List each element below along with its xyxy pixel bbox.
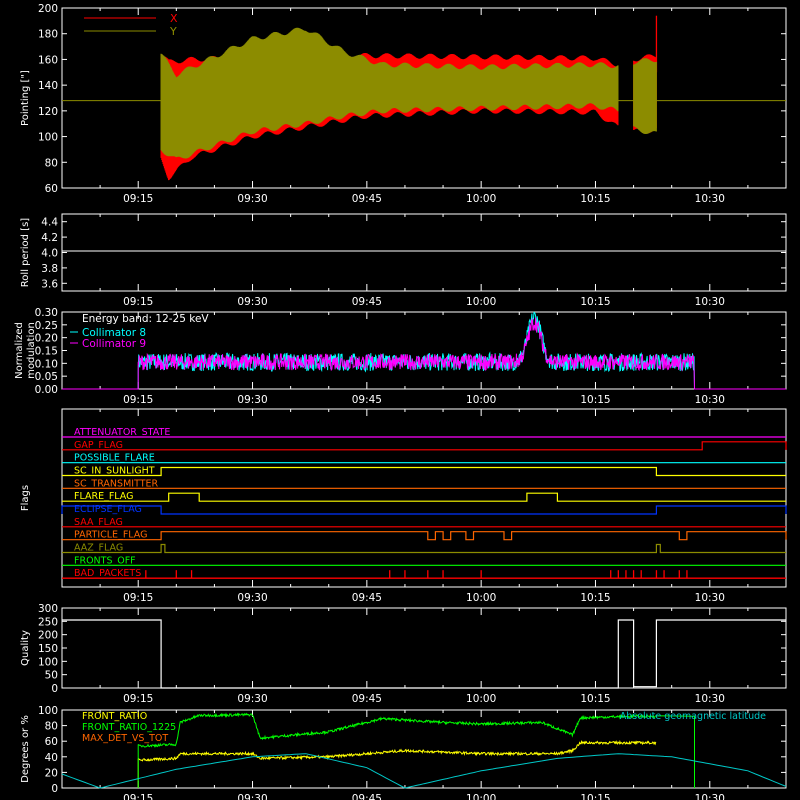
y-tick-label: 250 — [38, 616, 58, 628]
flag-sc-in-sunlight-label: SC_IN_SUNLIGHT — [74, 466, 155, 477]
y-tick-label: 0.30 — [35, 307, 58, 319]
y-tick-label: 0 — [51, 783, 58, 795]
flag-particle-flag-label: PARTICLE_FLAG — [74, 530, 147, 541]
x-tick-label: 09:30 — [237, 193, 267, 205]
y-tick-label: 80 — [45, 157, 58, 169]
y-tick-label: 140 — [38, 80, 58, 92]
y-tick-label: 0.10 — [35, 358, 58, 370]
legend-label: MAX_DET_VS_TOT — [82, 733, 168, 744]
x-tick-label: 09:45 — [352, 793, 382, 800]
legend-label-y: Y — [169, 25, 177, 38]
x-tick-label: 10:30 — [695, 793, 725, 800]
x-tick-label: 10:30 — [695, 693, 725, 705]
y-tick-label: 4.0 — [41, 248, 58, 260]
x-tick-label: 10:15 — [580, 296, 610, 308]
y-tick-label: 3.8 — [41, 263, 58, 275]
legend-label-geomagnetic: Absolute geomagnetic latitude — [620, 711, 766, 722]
legend-label: Collimator 9 — [82, 338, 146, 350]
y-tick-label: 0 — [51, 683, 58, 695]
flag-aaz-flag-label: AAZ_FLAG — [74, 543, 123, 554]
y-axis-label: Normalized — [14, 322, 25, 379]
y-tick-label: 0.05 — [35, 371, 58, 383]
x-tick-label: 10:30 — [695, 394, 725, 406]
y-tick-label: 0.25 — [35, 320, 58, 332]
x-tick-label: 09:30 — [237, 693, 267, 705]
x-tick-label: 09:45 — [352, 296, 382, 308]
y-tick-label: 40 — [45, 752, 58, 764]
legend-title: Energy band: 12-25 keV — [82, 313, 209, 325]
x-tick-label: 09:30 — [237, 394, 267, 406]
x-tick-label: 09:15 — [123, 394, 153, 406]
y-tick-label: 80 — [45, 721, 58, 733]
x-tick-label: 10:15 — [580, 693, 610, 705]
y-tick-label: 4.4 — [41, 217, 58, 229]
x-tick-label: 09:45 — [352, 592, 382, 604]
y-tick-label: 150 — [38, 643, 58, 655]
y-tick-label: 0.20 — [35, 333, 58, 345]
x-tick-label: 09:30 — [237, 592, 267, 604]
y-tick-label: 0.00 — [35, 384, 58, 396]
x-tick-label: 10:00 — [466, 592, 496, 604]
x-tick-label: 10:30 — [695, 592, 725, 604]
x-tick-label: 10:30 — [695, 296, 725, 308]
y-axis-label: Quality — [20, 630, 31, 666]
x-tick-label: 09:15 — [123, 296, 153, 308]
x-tick-label: 10:00 — [466, 693, 496, 705]
y-tick-label: 300 — [38, 603, 58, 615]
y-tick-label: 200 — [38, 630, 58, 642]
y-tick-label: 160 — [38, 54, 58, 66]
y-axis-label: modulation — [26, 322, 37, 379]
y-axis-label: Flags — [20, 485, 31, 511]
y-tick-label: 100 — [38, 132, 58, 144]
flag-attenuator-state-label: ATTENUATOR_STATE — [74, 427, 170, 438]
x-tick-label: 10:30 — [695, 193, 725, 205]
y-tick-label: 180 — [38, 29, 58, 41]
flag-gap-flag-label: GAP_FLAG — [74, 440, 123, 451]
flag-saa-flag-label: SAA_FLAG — [74, 517, 123, 528]
x-tick-label: 10:00 — [466, 394, 496, 406]
y-tick-label: 20 — [45, 767, 58, 779]
flag-sc-transmitter-label: SC_TRANSMITTER — [74, 478, 159, 489]
y-tick-label: 60 — [45, 736, 58, 748]
x-tick-label: 10:15 — [580, 592, 610, 604]
x-tick-label: 09:30 — [237, 793, 267, 800]
x-tick-label: 10:00 — [466, 793, 496, 800]
x-tick-label: 09:15 — [123, 793, 153, 800]
y-axis-label: Pointing ["] — [20, 70, 31, 126]
y-tick-label: 50 — [45, 670, 58, 682]
legend-label-x: X — [170, 12, 178, 25]
x-tick-label: 09:15 — [123, 592, 153, 604]
x-tick-label: 10:15 — [580, 793, 610, 800]
y-tick-label: 120 — [38, 106, 58, 118]
x-tick-label: 09:30 — [237, 296, 267, 308]
x-tick-label: 10:00 — [466, 296, 496, 308]
x-tick-label: 10:00 — [466, 193, 496, 205]
x-tick-label: 09:45 — [352, 193, 382, 205]
flag-fronts-off-label: FRONTS_OFF — [74, 555, 136, 566]
y-axis-label: Degrees or % — [20, 715, 31, 783]
y-tick-label: 3.6 — [41, 278, 58, 290]
x-tick-label: 10:15 — [580, 193, 610, 205]
rhessi-quicklook-figure: 608010012014016018020009:15 09:30 09:45 10:… — [0, 0, 800, 800]
y-tick-label: 4.2 — [41, 232, 58, 244]
figure-background — [0, 0, 800, 800]
flag-flare-flag-label: FLARE_FLAG — [74, 491, 134, 502]
y-tick-label: 0.15 — [35, 346, 58, 358]
y-axis-label: Roll period [s] — [20, 218, 31, 287]
y-tick-label: 100 — [38, 656, 58, 668]
x-tick-label: 09:15 — [123, 693, 153, 705]
y-tick-label: 100 — [38, 705, 58, 717]
y-tick-label: 200 — [38, 3, 58, 15]
y-tick-label: 60 — [45, 183, 58, 195]
x-tick-label: 09:45 — [352, 693, 382, 705]
legend-label: FRONT_RATIO_1225 — [82, 722, 176, 733]
x-tick-label: 09:15 — [123, 193, 153, 205]
x-tick-label: 10:15 — [580, 394, 610, 406]
flag-possible-flare-label: POSSIBLE_FLARE — [74, 453, 155, 464]
legend-label: FRONT_RATIO — [82, 711, 147, 722]
x-tick-label: 09:45 — [352, 394, 382, 406]
